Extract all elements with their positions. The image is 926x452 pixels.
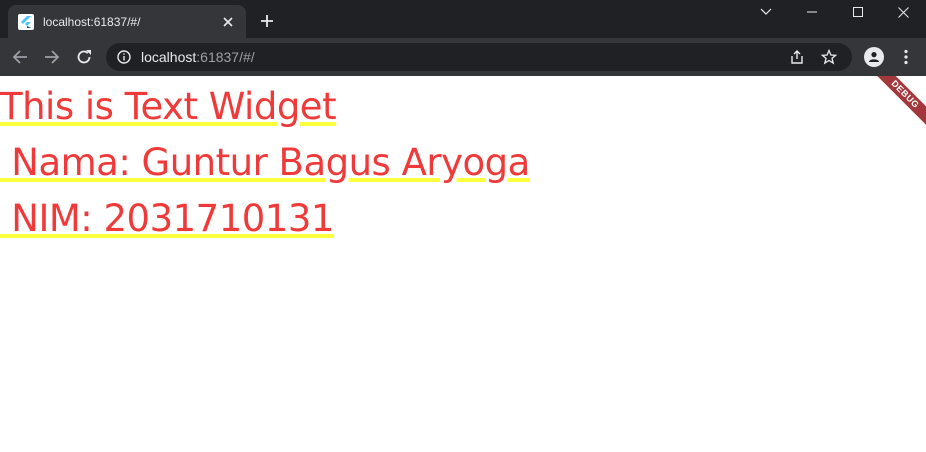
arrow-right-icon[interactable] [42,47,62,67]
url-host: localhost [141,49,197,65]
plus-icon[interactable] [258,12,276,30]
debug-banner-label: DEBUG [868,76,926,131]
flutter-logo-icon [18,13,34,30]
text-widget: This is Text Widget Nama: Guntur Bagus A… [0,85,530,240]
page-content: This is Text Widget Nama: Guntur Bagus A… [0,76,926,452]
url-path: :61837/#/ [196,49,255,65]
browser-window: localhost:61837/#/ localhost:61837/#/ Th… [0,0,926,452]
url-text[interactable]: localhost:61837/#/ [141,49,255,65]
tab-title: localhost:61837/#/ [43,14,141,29]
share-icon[interactable] [788,48,806,66]
info-icon[interactable] [117,50,131,64]
window-close-icon[interactable] [880,0,926,24]
person-icon[interactable] [864,47,884,67]
more-vert-icon[interactable] [898,47,914,67]
reload-icon[interactable] [74,47,94,67]
tab-strip: localhost:61837/#/ [0,0,926,38]
maximize-icon[interactable] [835,0,881,24]
chevron-down-icon[interactable] [743,0,789,24]
debug-banner: DEBUG [866,76,926,136]
browser-tab[interactable]: localhost:61837/#/ [8,5,246,38]
arrow-left-icon[interactable] [10,47,30,67]
star-icon[interactable] [820,48,838,66]
minimize-icon[interactable] [789,0,835,24]
address-bar-actions [788,43,852,71]
browser-toolbar: localhost:61837/#/ [0,38,926,76]
address-bar[interactable]: localhost:61837/#/ [106,43,852,71]
close-icon[interactable] [220,14,236,30]
